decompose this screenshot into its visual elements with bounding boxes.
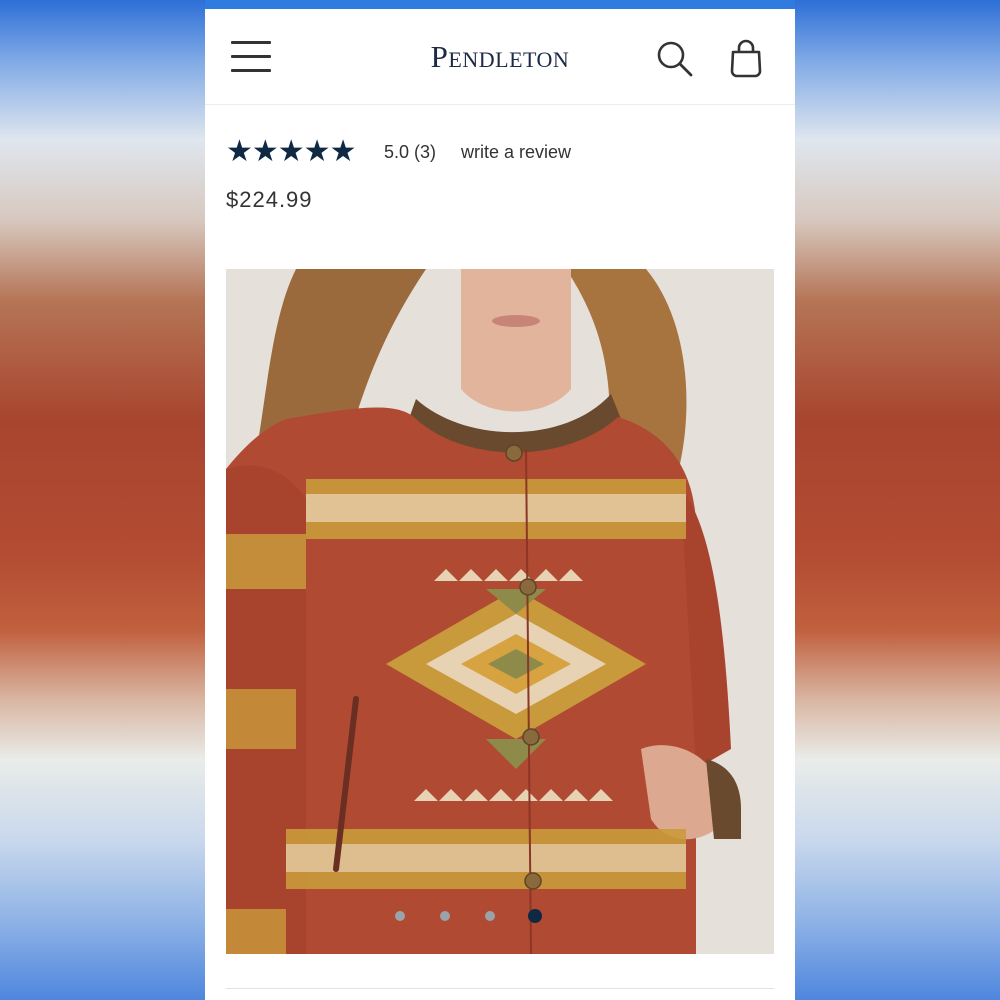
shopping-bag-icon[interactable]: [727, 39, 765, 79]
carousel-dot-1[interactable]: [395, 911, 405, 921]
star-rating-icon: ★★★★★: [226, 135, 356, 168]
rating-score: 5.0 (3): [384, 142, 436, 163]
search-icon[interactable]: [655, 39, 695, 79]
carousel-indicators: [395, 907, 575, 927]
carousel-dot-4[interactable]: [528, 909, 542, 923]
carousel-dot-2[interactable]: [440, 911, 450, 921]
site-header: Pendleton: [205, 9, 795, 105]
product-image[interactable]: [226, 269, 774, 954]
mobile-page: Pendleton ★★★★★ 5.0 (3) write a review $…: [205, 0, 795, 1000]
jacket-photo: [226, 269, 774, 954]
write-review-link[interactable]: write a review: [461, 142, 571, 163]
section-divider: [226, 988, 774, 989]
review-count: (3): [414, 142, 437, 162]
carousel-dot-3[interactable]: [485, 911, 495, 921]
hamburger-menu-icon[interactable]: [231, 41, 273, 73]
brand-logo[interactable]: Pendleton: [355, 39, 645, 75]
browser-accent-bar: [205, 0, 795, 9]
rating-row: ★★★★★ 5.0 (3) write a review: [226, 137, 786, 167]
product-price: $224.99: [226, 187, 313, 212]
rating-value: 5.0: [384, 142, 410, 162]
